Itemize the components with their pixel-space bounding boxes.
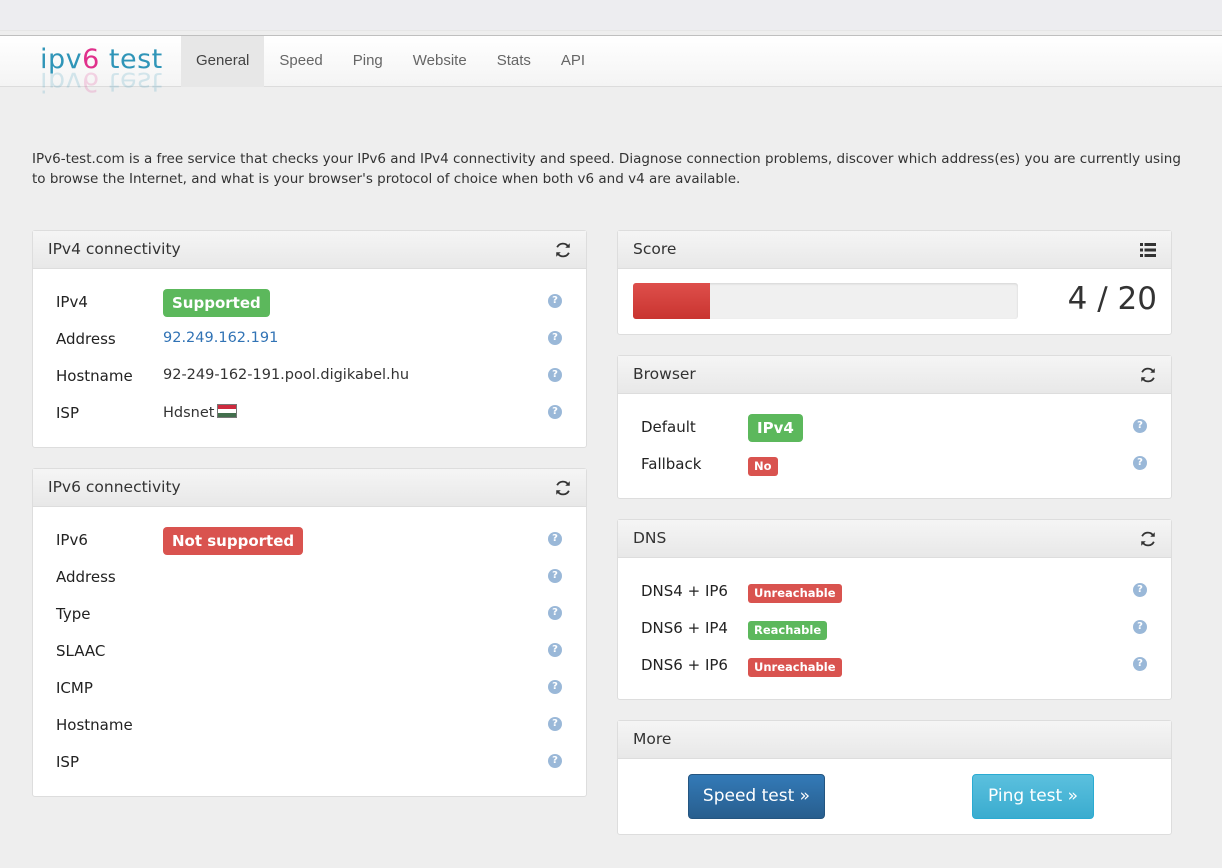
- help-icon[interactable]: ?: [548, 606, 562, 620]
- score-panel: Score 4 / 20: [617, 230, 1172, 335]
- help-icon[interactable]: ?: [1133, 419, 1147, 433]
- help-icon[interactable]: ?: [1133, 657, 1147, 671]
- ipv6-row-address: Address ?: [56, 565, 566, 591]
- help-icon[interactable]: ?: [548, 294, 562, 308]
- navbar: ipv6 test ipv6 test General Speed Ping W…: [0, 35, 1222, 97]
- ipv4-row-hostname: Hostname 92-249-162-191.pool.digikabel.h…: [56, 364, 566, 390]
- status-badge: Reachable: [748, 621, 828, 640]
- row-label: Address: [56, 568, 116, 586]
- help-icon[interactable]: ?: [548, 680, 562, 694]
- nav-api[interactable]: API: [546, 36, 600, 87]
- ipv6-row-icmp: ICMP ?: [56, 676, 566, 702]
- help-icon[interactable]: ?: [548, 368, 562, 382]
- nav-general[interactable]: General: [181, 36, 265, 87]
- score-panel-header: Score: [618, 231, 1171, 269]
- nav-website[interactable]: Website: [398, 36, 482, 87]
- row-label: SLAAC: [56, 642, 106, 660]
- row-label: Hostname: [56, 367, 133, 385]
- browser-top-strip: [0, 0, 1222, 31]
- refresh-icon[interactable]: [1139, 530, 1157, 548]
- ipv4-row-address: Address 92.249.162.191 ?: [56, 327, 566, 353]
- row-label: IPv6: [56, 531, 88, 549]
- dns-row-dns6-ip6: DNS6 + IP6 Unreachable ?: [641, 653, 1151, 679]
- ipv4-panel-title: IPv4 connectivity: [48, 240, 181, 258]
- row-label: DNS6 + IP4: [641, 619, 728, 637]
- dns-row-dns6-ip4: DNS6 + IP4 Reachable ?: [641, 616, 1151, 642]
- ipv6-row-slaac: SLAAC ?: [56, 639, 566, 665]
- ipv4-row-isp: ISP Hdsnet ?: [56, 401, 566, 427]
- dns-panel: DNS DNS4 + IP6 Unreachable ? DNS6 + IP4 …: [617, 519, 1172, 700]
- ipv4-hostname-value: 92-249-162-191.pool.digikabel.hu: [163, 367, 410, 383]
- row-label: IPv4: [56, 293, 88, 311]
- more-panel: More Speed test » Ping test »: [617, 720, 1172, 835]
- status-badge: IPv4: [748, 414, 803, 442]
- row-label: DNS6 + IP6: [641, 656, 728, 674]
- help-icon[interactable]: ?: [548, 532, 562, 546]
- intro-text: IPv6-test.com is a free service that che…: [32, 151, 1181, 187]
- ipv4-panel: IPv4 connectivity IPv4 Supported ? Addre…: [32, 230, 587, 448]
- hungary-flag-icon: [217, 404, 238, 418]
- brand-logo[interactable]: ipv6 test ipv6 test: [40, 44, 163, 97]
- row-label: ISP: [56, 753, 79, 771]
- ipv4-address-link[interactable]: 92.249.162.191: [163, 330, 278, 346]
- ipv6-panel-title: IPv6 connectivity: [48, 478, 181, 496]
- row-label: Fallback: [641, 455, 702, 473]
- status-badge: No: [748, 457, 778, 476]
- more-panel-title: More: [633, 730, 672, 748]
- refresh-icon[interactable]: [554, 241, 572, 259]
- ipv6-row-hostname: Hostname ?: [56, 713, 566, 739]
- browser-row-fallback: Fallback No ?: [641, 452, 1151, 478]
- row-label: Address: [56, 330, 116, 348]
- ipv4-panel-header: IPv4 connectivity: [33, 231, 586, 269]
- status-badge: Unreachable: [748, 584, 842, 603]
- ipv6-panel-header: IPv6 connectivity: [33, 469, 586, 507]
- ipv6-panel: IPv6 connectivity IPv6 Not supported ? A…: [32, 468, 587, 797]
- ping-test-button[interactable]: Ping test »: [972, 774, 1094, 819]
- status-badge: Not supported: [163, 527, 304, 555]
- ipv4-isp-value: Hdsnet: [163, 405, 215, 421]
- status-badge: Supported: [163, 289, 270, 317]
- row-label: Hostname: [56, 716, 133, 734]
- dns-panel-header: DNS: [618, 520, 1171, 558]
- help-icon[interactable]: ?: [548, 331, 562, 345]
- help-icon[interactable]: ?: [548, 717, 562, 731]
- refresh-icon[interactable]: [554, 479, 572, 497]
- more-panel-header: More: [618, 721, 1171, 759]
- score-value: 4 / 20: [1067, 281, 1157, 317]
- browser-panel: Browser Default IPv4 ? Fallback No ?: [617, 355, 1172, 499]
- nav-ping[interactable]: Ping: [338, 36, 398, 87]
- row-label: ISP: [56, 404, 79, 422]
- ipv6-row-isp: ISP ?: [56, 750, 566, 776]
- help-icon[interactable]: ?: [1133, 620, 1147, 634]
- main-nav: General Speed Ping Website Stats API: [181, 36, 600, 87]
- list-icon[interactable]: [1140, 242, 1156, 258]
- nav-stats[interactable]: Stats: [482, 36, 546, 87]
- score-panel-title: Score: [633, 240, 677, 258]
- dns-row-dns4-ip6: DNS4 + IP6 Unreachable ?: [641, 579, 1151, 605]
- score-progress-bar: [633, 283, 710, 319]
- help-icon[interactable]: ?: [1133, 583, 1147, 597]
- browser-panel-title: Browser: [633, 365, 696, 383]
- brand-reflection: ipv6 test: [40, 66, 163, 97]
- help-icon[interactable]: ?: [548, 569, 562, 583]
- row-label: ICMP: [56, 679, 93, 697]
- browser-panel-header: Browser: [618, 356, 1171, 394]
- speed-test-button[interactable]: Speed test »: [688, 774, 825, 819]
- help-icon[interactable]: ?: [548, 405, 562, 419]
- nav-speed[interactable]: Speed: [264, 36, 337, 87]
- score-progress: [633, 283, 1018, 319]
- dns-panel-title: DNS: [633, 529, 667, 547]
- ipv4-row-status: IPv4 Supported ?: [56, 289, 566, 317]
- row-label: Type: [56, 605, 91, 623]
- row-label: DNS4 + IP6: [641, 582, 728, 600]
- row-label: Default: [641, 418, 696, 436]
- refresh-icon[interactable]: [1139, 366, 1157, 384]
- browser-row-default: Default IPv4 ?: [641, 414, 1151, 442]
- status-badge: Unreachable: [748, 658, 842, 677]
- help-icon[interactable]: ?: [548, 643, 562, 657]
- help-icon[interactable]: ?: [548, 754, 562, 768]
- ipv6-row-status: IPv6 Not supported ?: [56, 527, 566, 555]
- help-icon[interactable]: ?: [1133, 456, 1147, 470]
- ipv6-row-type: Type ?: [56, 602, 566, 628]
